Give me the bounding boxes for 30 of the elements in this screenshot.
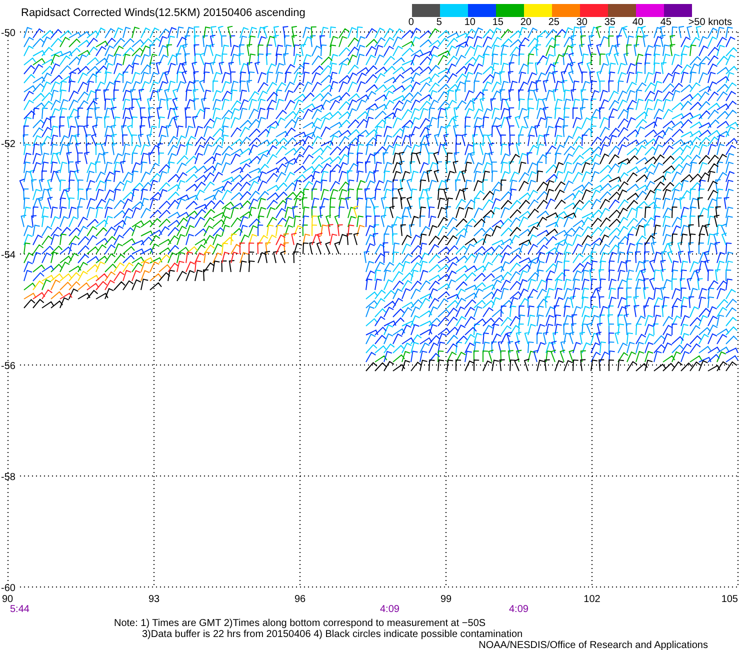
legend-label: 40 <box>632 17 644 28</box>
latitude-label: -52 <box>1 139 16 150</box>
legend-label: 5 <box>436 17 443 28</box>
legend-label: >50 knots <box>688 17 732 28</box>
legend-label: 15 <box>492 17 504 28</box>
credit-text: NOAA/NESDIS/Office of Research and Applications <box>478 640 708 650</box>
note-text: 3)Data buffer is 22 hrs from 20150406 4) Black circles indicate possible contamination <box>142 629 524 640</box>
longitude-label: 99 <box>440 594 452 605</box>
time-label: 4:09 <box>380 604 400 615</box>
legend-label: 0 <box>408 17 415 28</box>
legend-label: 25 <box>548 17 560 28</box>
latitude-label: -50 <box>1 28 16 39</box>
longitude-label: 105 <box>721 594 738 605</box>
latitude-label: -58 <box>1 472 16 483</box>
legend-label: 30 <box>576 17 588 28</box>
legend-label: 45 <box>660 17 672 28</box>
latitude-label: -54 <box>1 250 16 261</box>
time-label: 4:09 <box>509 604 528 615</box>
longitude-label: 96 <box>294 594 306 605</box>
longitude-label: 102 <box>584 594 600 605</box>
legend-label: 20 <box>520 17 532 28</box>
chart-title: Rapidsact Corrected Winds(12.5KM) 20150406 ascending <box>21 7 306 20</box>
longitude-label: 90 <box>2 594 14 605</box>
latitude-label: -60 <box>1 583 16 594</box>
legend-label: 10 <box>464 17 476 28</box>
note-text: Note: 1) Times are GMT 2)Times along bottom correspond to measurement at −50S <box>114 618 487 629</box>
longitude-label: 93 <box>148 594 160 605</box>
time-label: 5:44 <box>10 604 30 615</box>
legend-label: 35 <box>604 17 616 28</box>
latitude-label: -56 <box>1 361 16 372</box>
